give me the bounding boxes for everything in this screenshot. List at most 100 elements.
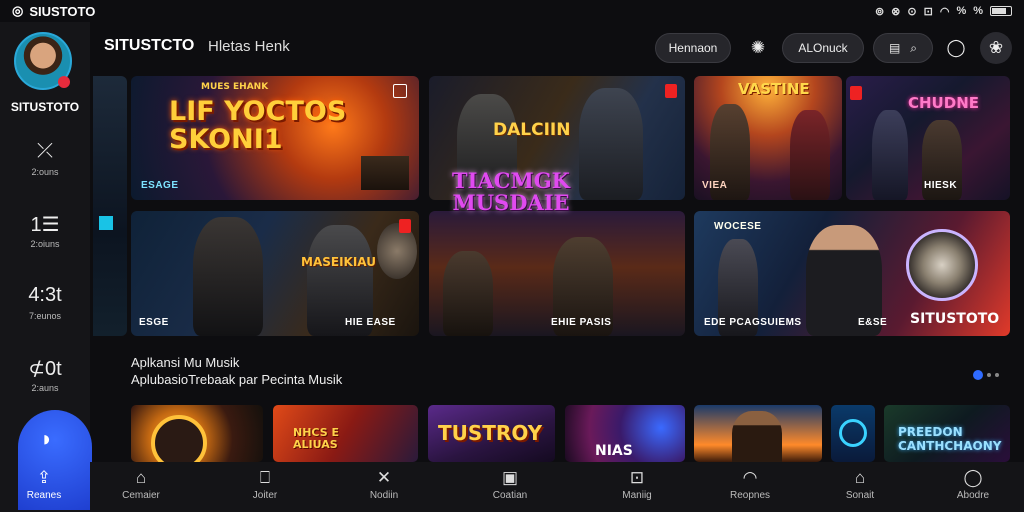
sidebar-item-icon: 1☰ [30, 214, 60, 236]
status-icons: ⊚ ⊗ ⊙ ⊡ ◠ % % [875, 5, 1012, 18]
signal-icon: % [956, 5, 967, 17]
header-action-button[interactable]: ALOnuck [782, 33, 864, 63]
thumbnail-title: NHCS E ALIUAS [293, 426, 339, 451]
nav-item[interactable]: ⌂ Sonait [815, 468, 905, 501]
banner-caption: ESAGE [141, 180, 179, 191]
banner-caption-2: E&SE [858, 317, 888, 328]
nav-item[interactable]: ⎕ Joiter [220, 468, 310, 501]
banner-title: DALCIIN [493, 120, 571, 140]
search-group[interactable]: ▤ ⌕ [873, 33, 933, 63]
wifi-icon: ◠ [939, 5, 950, 18]
nav-label: Sonait [845, 490, 875, 501]
banner-tag: MUES EHANK [201, 82, 269, 92]
carousel-pagination[interactable] [973, 370, 999, 380]
home-icon: ⇪ [36, 468, 52, 487]
sidebar-item-label: 2:ouns [31, 167, 59, 177]
musician-figure [443, 251, 493, 336]
game-thumbnail[interactable]: NHCS E ALIUAS [273, 405, 418, 462]
nav-item[interactable]: ⊡ Maniig [592, 468, 682, 501]
notification-dot [58, 76, 70, 88]
settings-icon[interactable]: ✺ [742, 32, 774, 64]
carousel-prev-peek[interactable] [93, 76, 127, 336]
game-banner[interactable]: EHIE PASIS [429, 211, 685, 336]
moon-icon: ◗ [40, 426, 54, 451]
musician-figure [872, 110, 908, 200]
live-badge [399, 219, 411, 233]
flag-icon [393, 84, 407, 98]
user-icon: ◠ [742, 468, 758, 487]
sidebar-item-1[interactable]: ⤫ 2:ouns [0, 140, 90, 177]
nav-item[interactable]: ✕ Nodiin [339, 468, 429, 501]
page-dot[interactable] [995, 373, 999, 377]
cross-icon: ✕ [376, 468, 392, 487]
nav-item[interactable]: ◠ Reopnes [705, 468, 795, 501]
sidebar-item-label: 7:eunos [28, 311, 62, 321]
profile-menu-icon[interactable]: ❀ [980, 32, 1012, 64]
speaker-illustration [377, 223, 417, 279]
banner-caption: HIESK [924, 180, 958, 191]
banner-caption-2: HIE EASE [345, 317, 396, 328]
sidebar-item-icon: ⊄0t [28, 358, 62, 380]
app-title: SITUSTCTO [104, 37, 195, 54]
game-thumbnail[interactable]: PREEDON CANTHCHAONY [884, 405, 1010, 462]
banner-caption: EDE PCAGSUIEMS [704, 317, 802, 328]
banner-caption: EHIE PASIS [551, 317, 612, 328]
nav-item[interactable]: ◯ Abodre [928, 468, 1018, 501]
sidebar-username: SITUSTOTO [10, 100, 80, 114]
status-brand-label: SIUSTOTO [29, 3, 96, 19]
sidebar-item-2[interactable]: 1☰ 2:oiuns [0, 212, 90, 249]
game-thumbnail[interactable] [831, 405, 875, 462]
banner-caption: ESGE [139, 317, 169, 328]
sidebar-item-4[interactable]: ⊄0t 2:auns [0, 356, 90, 393]
chat-icon: ⊡ [629, 468, 645, 487]
page-dot-active[interactable] [973, 370, 983, 380]
featured-title: TIACMGK MUSDAIE [452, 168, 570, 215]
nav-item[interactable]: ▣ Coatian [465, 468, 555, 501]
musician-figure [193, 217, 263, 336]
nav-label: Cemaier [122, 490, 160, 501]
game-banner[interactable]: CHUDNE HIESK [846, 76, 1010, 200]
nav-label: Reopnes [729, 490, 771, 501]
musician-figure [790, 110, 830, 200]
status-icon: ⊗ [891, 5, 901, 18]
sidebar-item-icon: ⤫ [37, 140, 53, 162]
game-thumbnail[interactable]: NIAS [565, 405, 685, 462]
neon-ring-icon [839, 419, 867, 447]
status-icon: ⊚ [874, 5, 885, 18]
status-brand: ◎ SIUSTOTO [12, 3, 95, 19]
battery-icon [990, 6, 1012, 16]
section-subheading: AplubasioTrebaak par Pecinta Musik [131, 372, 343, 387]
banner-title: LIF YOCTOS SKONI1 [169, 96, 347, 155]
nav-item[interactable]: ⌂ Cemaier [96, 468, 186, 501]
game-banner[interactable]: WOCESE SITUSTOTO EDE PCAGSUIEMS E&SE [694, 211, 1010, 336]
game-banner[interactable]: VASTINE VIEA [694, 76, 842, 200]
chat-icon[interactable]: ◯ [940, 32, 972, 64]
musician-figure [732, 411, 782, 462]
device-icon: ⎕ [259, 468, 271, 487]
header-pill-button[interactable]: Hennaon [655, 33, 731, 63]
app-subtitle: Hletas Henk [208, 38, 290, 55]
page-dot[interactable] [987, 373, 991, 377]
list-icon[interactable]: ▤ [889, 41, 900, 55]
game-banner[interactable]: MUES EHANK LIF YOCTOS SKONI1 ESAGE [131, 76, 419, 200]
section-heading: Aplkansi Mu Musik [131, 355, 240, 370]
live-badge [850, 86, 862, 100]
home-icon: ⌂ [135, 468, 147, 487]
sidebar: SITUSTOTO ⤫ 2:ouns 1☰ 2:oiuns 4:3t 7:eun… [0, 22, 92, 512]
game-thumbnail[interactable]: TUSTROY [428, 405, 555, 462]
nav-label: Coatian [492, 490, 528, 501]
banner-title: SITUSTOTO [910, 311, 1000, 327]
sidebar-item-3[interactable]: 4:3t 7:eunos [0, 284, 90, 321]
nav-label: Reanes [26, 490, 62, 501]
game-thumbnail[interactable] [131, 405, 263, 462]
sidebar-item-icon: 4:3t [28, 284, 62, 306]
game-thumbnail[interactable] [694, 405, 822, 462]
game-banner[interactable]: MASEIKIAU ESGE HIE EASE [131, 211, 419, 336]
amp-illustration [361, 156, 409, 190]
banner-tag: WOCESE [714, 221, 762, 232]
neon-accent [99, 216, 113, 230]
search-icon[interactable]: ⌕ [910, 41, 917, 56]
bag-icon: ▣ [501, 468, 519, 487]
nav-item-active[interactable]: ⇪ Reanes [14, 468, 74, 501]
live-badge [665, 84, 677, 98]
